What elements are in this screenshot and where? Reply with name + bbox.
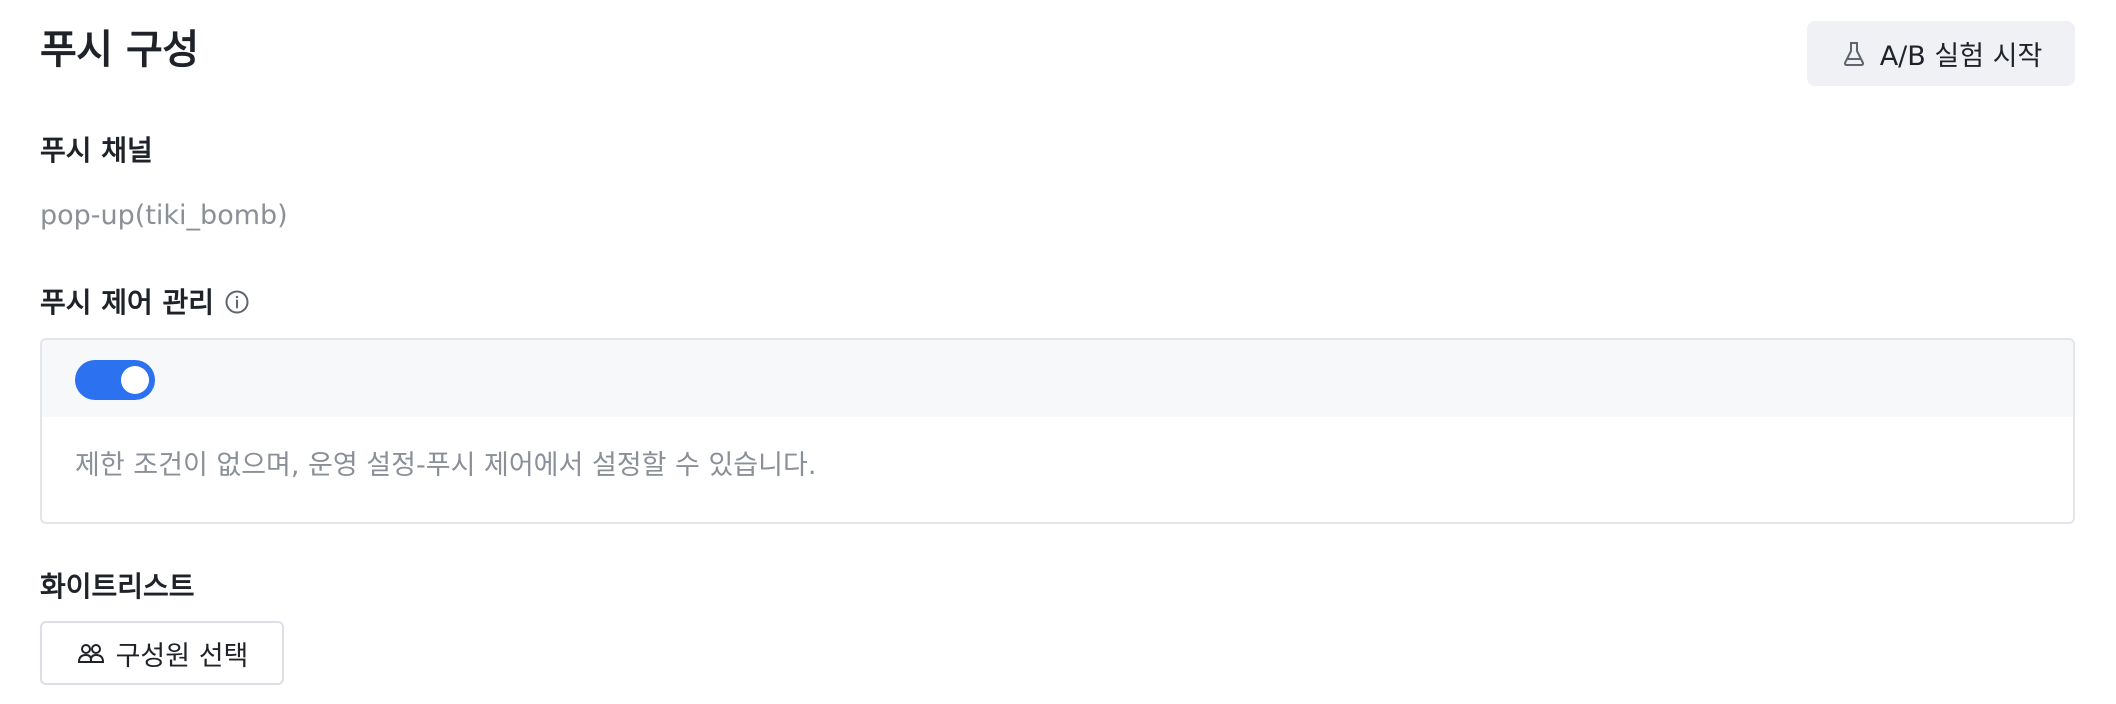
page-title: 푸시 구성: [40, 27, 199, 73]
info-icon[interactable]: [224, 289, 250, 315]
whitelist-label: 화이트리스트: [40, 570, 195, 603]
start-ab-test-label: A/B 실험 시작: [1879, 41, 2043, 72]
users-icon: [76, 638, 106, 668]
flask-icon: [1840, 40, 1868, 68]
push-channel-label: 푸시 채널: [40, 134, 153, 167]
push-control-description: 제한 조건이 없으며, 운영 설정-푸시 제어에서 설정할 수 있습니다.: [75, 450, 817, 481]
select-members-label: 구성원 선택: [115, 640, 249, 672]
select-members-button[interactable]: 구성원 선택: [40, 621, 284, 685]
push-channel-value: pop-up(tiki_bomb): [40, 200, 288, 231]
push-control-panel: 제한 조건이 없으며, 운영 설정-푸시 제어에서 설정할 수 있습니다.: [40, 338, 2075, 524]
start-ab-test-button[interactable]: A/B 실험 시작: [1807, 21, 2075, 86]
push-control-panel-header: [42, 340, 2073, 417]
toggle-knob: [121, 366, 149, 394]
push-control-label: 푸시 제어 관리: [40, 286, 215, 319]
push-control-toggle[interactable]: [75, 360, 155, 400]
push-control-heading: 푸시 제어 관리: [40, 286, 250, 320]
